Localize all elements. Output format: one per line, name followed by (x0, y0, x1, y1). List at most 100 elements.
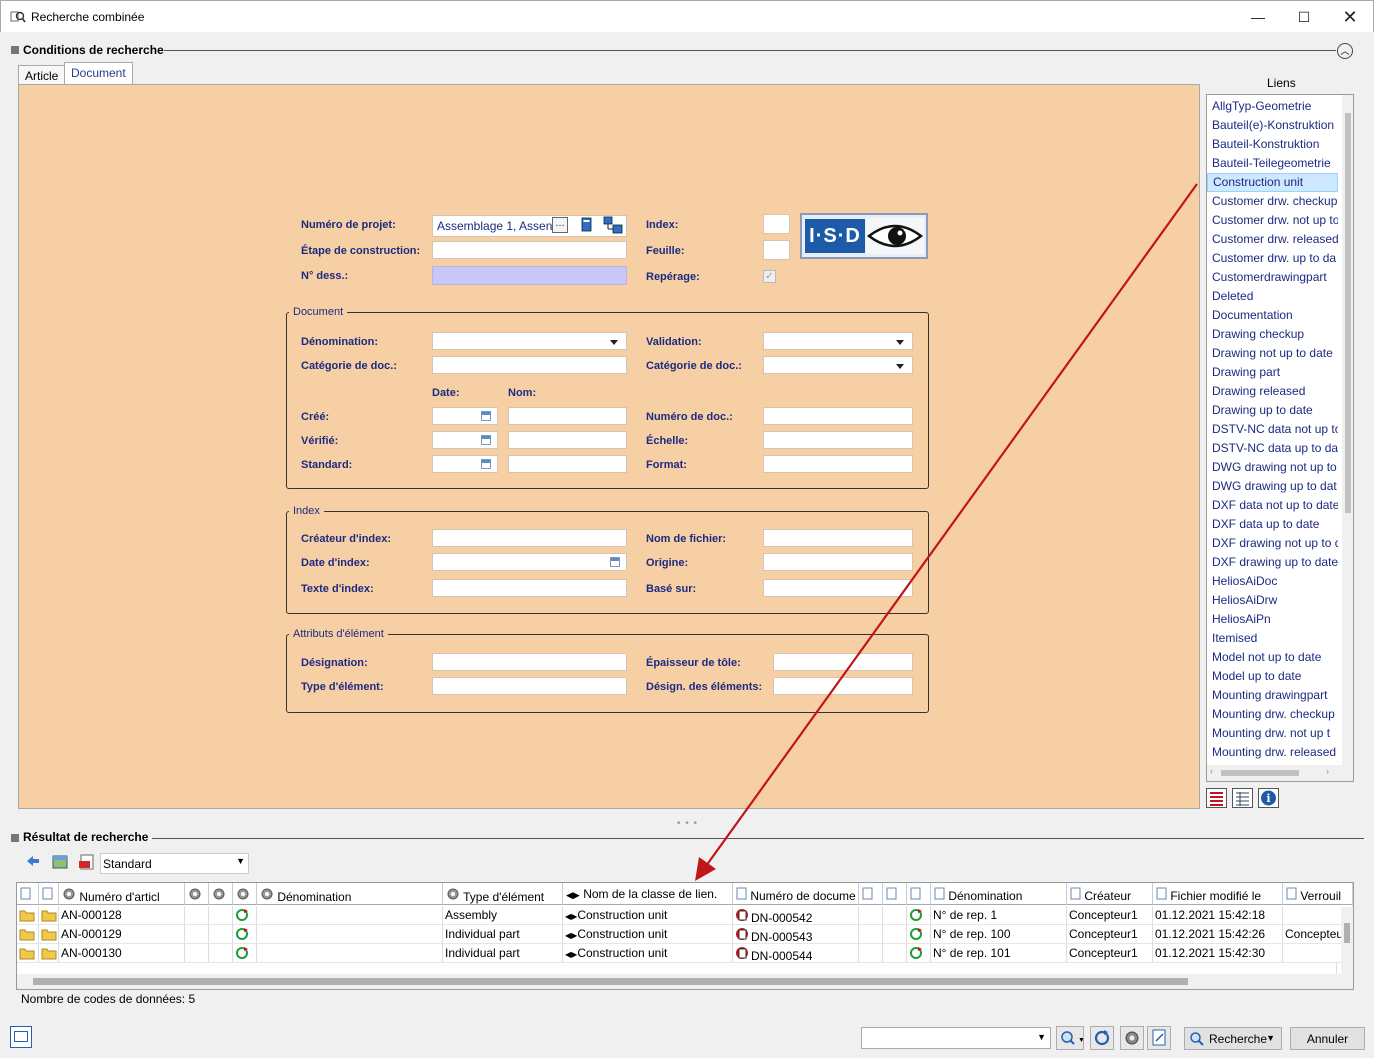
refresh-arrows-icon[interactable] (24, 853, 42, 871)
calendar-icon[interactable] (481, 411, 491, 421)
link-item[interactable]: Drawing released (1207, 382, 1338, 401)
column-header[interactable] (233, 883, 257, 905)
drawing-no-input[interactable] (432, 266, 627, 285)
link-item[interactable]: Customer drw. up to da (1207, 249, 1338, 268)
row-folder-icon[interactable] (39, 925, 59, 944)
link-item[interactable]: Customer drw. checkup (1207, 192, 1338, 211)
link-item[interactable]: Bauteil(e)-Konstruktion (1207, 116, 1338, 135)
column-header[interactable]: Dénomination (931, 883, 1067, 905)
links-list[interactable]: AllgTyp-Geometrie Bauteil(e)-Konstruktion… (1206, 94, 1354, 782)
column-header[interactable] (17, 883, 39, 905)
link-item[interactable]: Customer drw. not up to (1207, 211, 1338, 230)
link-item[interactable]: Bauteil-Konstruktion (1207, 135, 1338, 154)
standard-date-input[interactable] (432, 455, 498, 473)
link-item[interactable]: Customer drw. released (1207, 230, 1338, 249)
column-header[interactable]: Créateur (1067, 883, 1153, 905)
element-type-input[interactable] (432, 677, 627, 695)
stage-input[interactable] (432, 241, 627, 259)
link-item[interactable]: HeliosAiPn (1207, 610, 1338, 629)
calendar-icon[interactable] (610, 557, 620, 567)
link-item[interactable]: Mounting drw. released (1207, 743, 1338, 762)
link-item[interactable]: Model up to date (1207, 667, 1338, 686)
link-item[interactable]: DWG drawing up to dat (1207, 477, 1338, 496)
index-date-input[interactable] (432, 553, 627, 571)
created-name-input[interactable] (508, 407, 627, 425)
info-icon[interactable]: i (1258, 788, 1279, 808)
search-button[interactable]: Recherche ▼ (1184, 1027, 1282, 1050)
column-header[interactable] (907, 883, 931, 905)
view-select[interactable]: Standard ▼ (100, 853, 249, 874)
origin-input[interactable] (763, 553, 913, 571)
link-item[interactable]: Drawing part (1207, 363, 1338, 382)
index-text-input[interactable] (432, 579, 627, 597)
link-item[interactable]: Customerdrawingpart (1207, 268, 1338, 287)
link-item[interactable]: Mounting drw. checkup (1207, 705, 1338, 724)
pdf-icon[interactable] (78, 853, 96, 871)
link-item[interactable]: DXF drawing not up to d (1207, 534, 1338, 553)
created-date-input[interactable] (432, 407, 498, 425)
column-header[interactable]: ◀▶ Nom de la classe de lien. (563, 883, 733, 905)
link-item[interactable]: DSTV-NC data up to dat (1207, 439, 1338, 458)
cancel-button[interactable]: Annuler (1290, 1027, 1365, 1050)
column-header[interactable]: Numéro de docume (733, 883, 859, 905)
marking-checkbox[interactable]: ✓ (763, 270, 776, 283)
row-folder-icon[interactable] (17, 944, 39, 963)
collapse-icon[interactable]: ︿ (1337, 43, 1353, 59)
book-icon[interactable] (580, 217, 594, 233)
link-item[interactable]: Drawing checkup (1207, 325, 1338, 344)
row-folder-icon[interactable] (17, 925, 39, 944)
calendar-icon[interactable] (481, 435, 491, 445)
column-header[interactable]: Dénomination (257, 883, 443, 905)
doc-number-input[interactable] (763, 407, 913, 425)
sheet-input[interactable] (763, 240, 790, 260)
structure-icon[interactable] (603, 216, 623, 234)
link-item[interactable]: AllgTyp-Geometrie (1207, 97, 1338, 116)
reload-icon[interactable] (1090, 1026, 1114, 1050)
column-header[interactable]: Numéro d'articl (59, 883, 185, 905)
column-header[interactable] (39, 883, 59, 905)
link-item[interactable]: DXF data not up to date (1207, 496, 1338, 515)
list-red-icon[interactable] (1206, 788, 1227, 808)
link-item[interactable]: DXF drawing up to date (1207, 553, 1338, 572)
based-on-input[interactable] (763, 579, 913, 597)
denomination-select[interactable] (432, 332, 627, 350)
column-header[interactable]: Type d'élément (443, 883, 563, 905)
project-field[interactable]: Assemblage 1, Assen (432, 215, 627, 237)
link-item[interactable]: Drawing up to date (1207, 401, 1338, 420)
saved-search-select[interactable]: ▼ (861, 1027, 1051, 1049)
link-item[interactable]: Itemised (1207, 629, 1338, 648)
format-input[interactable] (763, 455, 913, 473)
checked-name-input[interactable] (508, 431, 627, 449)
row-folder-icon[interactable] (39, 906, 59, 925)
browse-button[interactable]: … (552, 217, 568, 233)
thickness-input[interactable] (773, 653, 913, 671)
splitter-handle[interactable]: • • • (677, 818, 698, 829)
column-header[interactable] (859, 883, 883, 905)
checked-date-input[interactable] (432, 431, 498, 449)
link-item[interactable]: DSTV-NC data not up to (1207, 420, 1338, 439)
link-item[interactable]: Construction unit (1207, 173, 1338, 192)
scale-input[interactable] (763, 431, 913, 449)
index-creator-input[interactable] (432, 529, 627, 547)
column-header[interactable]: Verrouil (1283, 883, 1353, 905)
link-item[interactable]: Bauteil-Teilegeometrie (1207, 154, 1338, 173)
column-header[interactable]: Fichier modifié le (1153, 883, 1283, 905)
link-item[interactable]: Model not up to date (1207, 648, 1338, 667)
doc-category-input[interactable] (432, 356, 627, 374)
link-item[interactable]: Documentation (1207, 306, 1338, 325)
close-button[interactable]: ✕ (1327, 1, 1373, 33)
link-item[interactable]: Mounting drw. not up t (1207, 724, 1338, 743)
doc-category2-select[interactable] (763, 356, 913, 374)
element-designation-input[interactable] (773, 677, 913, 695)
filename-input[interactable] (763, 529, 913, 547)
link-item[interactable]: DXF data up to date (1207, 515, 1338, 534)
maximize-button[interactable]: ☐ (1281, 1, 1327, 33)
link-item[interactable]: Deleted (1207, 287, 1338, 306)
table-vertical-scrollbar[interactable] (1341, 907, 1353, 975)
column-header[interactable] (883, 883, 907, 905)
row-folder-icon[interactable] (17, 906, 39, 925)
row-folder-icon[interactable] (39, 944, 59, 963)
index-input[interactable] (763, 214, 790, 234)
list-detail-icon[interactable] (1232, 788, 1253, 808)
column-header[interactable] (209, 883, 233, 905)
